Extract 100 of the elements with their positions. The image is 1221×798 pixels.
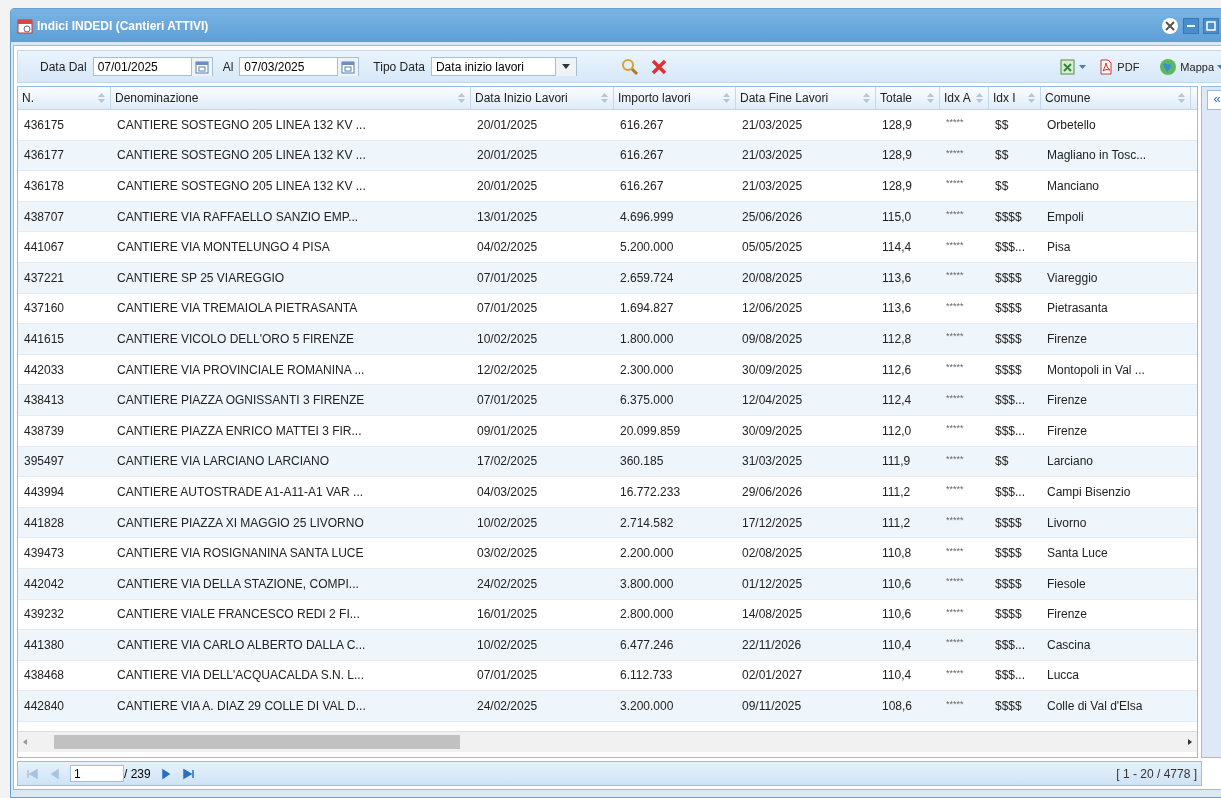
column-header[interactable]: Comune: [1041, 87, 1191, 109]
table-cell: 4.696.999: [620, 209, 674, 224]
table-cell: $$$$: [995, 576, 1022, 591]
table-cell: Empoli: [1047, 209, 1084, 224]
table-cell: CANTIERE SOSTEGNO 205 LINEA 132 KV ...: [117, 148, 366, 163]
table-cell: 30/09/2025: [742, 423, 803, 438]
table-cell: CANTIERE VIA MONTELUNGO 4 PISA: [117, 240, 330, 255]
table-cell: 113,6: [882, 270, 912, 285]
table-cell: 24/02/2025: [477, 699, 538, 714]
column-header[interactable]: Totale: [876, 87, 940, 109]
maximize-icon[interactable]: [1203, 17, 1219, 34]
table-cell: 3.200.000: [620, 699, 674, 714]
column-header[interactable]: Idx I: [989, 87, 1041, 109]
table-cell: 110,6: [882, 576, 912, 591]
table-cell: 442042: [24, 576, 65, 591]
table-cell: 07/01/2025: [477, 393, 538, 408]
table-cell: 436175: [24, 117, 65, 132]
table-cell: $$$$: [995, 331, 1022, 346]
column-header[interactable]: Importo lavori: [614, 87, 736, 109]
table-cell: Larciano: [1047, 454, 1094, 469]
table-cell: CANTIERE VIA CARLO ALBERTO DALLA C...: [117, 637, 366, 652]
table-cell: Pietrasanta: [1047, 301, 1108, 316]
map-button[interactable]: Mappa: [1155, 57, 1221, 76]
table-cell: 02/08/2025: [742, 546, 803, 561]
table-cell: 02/01/2027: [742, 668, 803, 683]
page-number-field[interactable]: 1: [70, 765, 124, 782]
table-cell: *****: [946, 545, 964, 556]
table-cell: 2.200.000: [620, 546, 674, 561]
table-cell: 24/02/2025: [477, 576, 538, 591]
table-cell: 6.477.246: [620, 637, 674, 652]
column-header[interactable]: Data Fine Lavori: [736, 87, 876, 109]
table-cell: 110,8: [882, 546, 912, 561]
table-cell: 30/09/2025: [742, 362, 803, 377]
table-cell: *****: [946, 178, 964, 189]
close-icon[interactable]: [1161, 16, 1179, 35]
last-page-icon[interactable]: [180, 766, 195, 781]
table-cell: 07/01/2025: [477, 270, 538, 285]
table-cell: Campi Bisenzio: [1047, 484, 1131, 499]
date-type-label: Tipo Data: [373, 59, 425, 74]
table-cell: Firenze: [1047, 331, 1087, 346]
calendar-icon[interactable]: [194, 59, 209, 74]
date-from-field[interactable]: 07/01/2025: [92, 57, 213, 76]
table-cell: 443994: [24, 484, 65, 499]
table-cell: $$$$: [995, 546, 1022, 561]
table-cell: 439473: [24, 546, 65, 561]
sort-icon: [723, 93, 730, 103]
table-cell: $$: [995, 117, 1009, 132]
table-cell: Fiesole: [1047, 576, 1086, 591]
table-cell: 112,4: [882, 393, 912, 408]
table-cell: CANTIERE SOSTEGNO 205 LINEA 132 KV ...: [117, 117, 366, 132]
table-cell: 115,0: [882, 209, 912, 224]
table-cell: *****: [946, 331, 964, 342]
table-cell: 20/08/2025: [742, 270, 803, 285]
table-cell: $$: [995, 148, 1009, 163]
column-header[interactable]: Data Inizio Lavori: [471, 87, 614, 109]
table-cell: 128,9: [882, 117, 913, 132]
pdf-button[interactable]: PDF: [1094, 58, 1144, 75]
minimize-icon[interactable]: [1183, 17, 1199, 34]
table-cell: 20.099.859: [620, 423, 681, 438]
table-cell: 110,6: [882, 607, 912, 622]
table-cell: CANTIERE SP 25 VIAREGGIO: [117, 270, 285, 285]
sort-icon: [863, 93, 870, 103]
table-cell: CANTIERE AUTOSTRADE A1-A11-A1 VAR ...: [117, 484, 364, 499]
table-cell: 2.300.000: [620, 362, 674, 377]
table-cell: 112,6: [882, 362, 912, 377]
scrollbar-thumb[interactable]: [54, 735, 460, 749]
date-type-dropdown[interactable]: Data inizio lavori: [430, 57, 577, 76]
sort-icon: [458, 93, 465, 103]
clear-icon[interactable]: [650, 58, 667, 75]
table-cell: *****: [946, 300, 964, 311]
table-cell: *****: [946, 453, 964, 464]
globe-icon: [1159, 57, 1178, 76]
calendar-icon[interactable]: [341, 59, 356, 74]
table-cell: 6.112.733: [620, 668, 673, 683]
table-cell: 6.375.000: [620, 393, 674, 408]
sort-icon: [976, 93, 983, 103]
table-cell: CANTIERE VIA PROVINCIALE ROMANINA ...: [117, 362, 365, 377]
table-cell: 441380: [24, 637, 65, 652]
table-cell: 22/11/2026: [742, 637, 802, 652]
column-header[interactable]: N.: [18, 87, 111, 109]
table-cell: *****: [946, 117, 964, 128]
expand-panel-button[interactable]: «: [1207, 90, 1221, 110]
table-cell: 442840: [24, 699, 65, 714]
table-cell: *****: [946, 392, 964, 403]
table-cell: 21/03/2025: [742, 179, 803, 193]
table-cell: CANTIERE VIA A. DIAZ 29 COLLE DI VAL D...: [117, 699, 366, 714]
table-cell: 441067: [24, 240, 65, 255]
table-cell: CANTIERE VIA DELL'ACQUACALDA S.N. L...: [117, 668, 365, 683]
table-cell: Manciano: [1047, 179, 1100, 193]
table-cell: CANTIERE VIA RAFFAELLO SANZIO EMP...: [117, 209, 359, 224]
column-header[interactable]: Denominazione: [111, 87, 471, 109]
table-cell: Livorno: [1047, 515, 1087, 530]
table-cell: 12/02/2025: [477, 362, 538, 377]
calendar-icon: [17, 17, 33, 34]
date-to-field[interactable]: 07/03/2025: [239, 57, 360, 76]
table-cell: *****: [946, 698, 964, 709]
search-icon[interactable]: [620, 57, 639, 76]
table-cell: 360.185: [620, 454, 664, 469]
table-cell: $$: [995, 454, 1009, 469]
column-header[interactable]: Idx A: [940, 87, 989, 109]
